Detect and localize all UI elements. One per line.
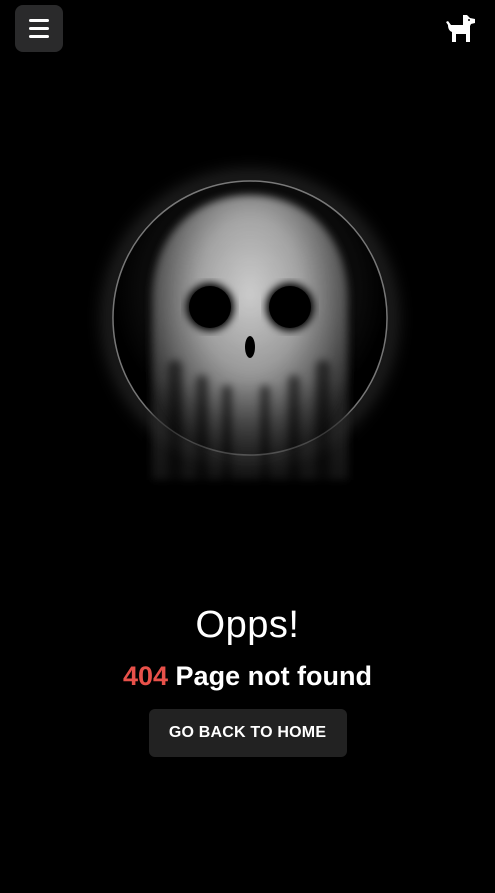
page-title: Opps!	[195, 604, 300, 646]
ghost-skull-icon	[107, 175, 393, 525]
error-content: Opps! 404 Page not found GO BACK TO HOME	[0, 600, 495, 757]
error-message: Page not found	[175, 661, 373, 691]
dog-logo-icon[interactable]	[443, 12, 477, 46]
error-subtitle: 404 Page not found	[0, 658, 495, 694]
hamburger-menu-icon-bar	[29, 35, 49, 38]
go-back-home-button[interactable]: GO BACK TO HOME	[148, 709, 347, 757]
ghost-illustration	[0, 150, 495, 570]
error-code: 404	[122, 661, 169, 691]
hamburger-menu-icon	[29, 19, 49, 22]
menu-button[interactable]	[15, 5, 63, 52]
hamburger-menu-icon-bar	[29, 27, 49, 30]
